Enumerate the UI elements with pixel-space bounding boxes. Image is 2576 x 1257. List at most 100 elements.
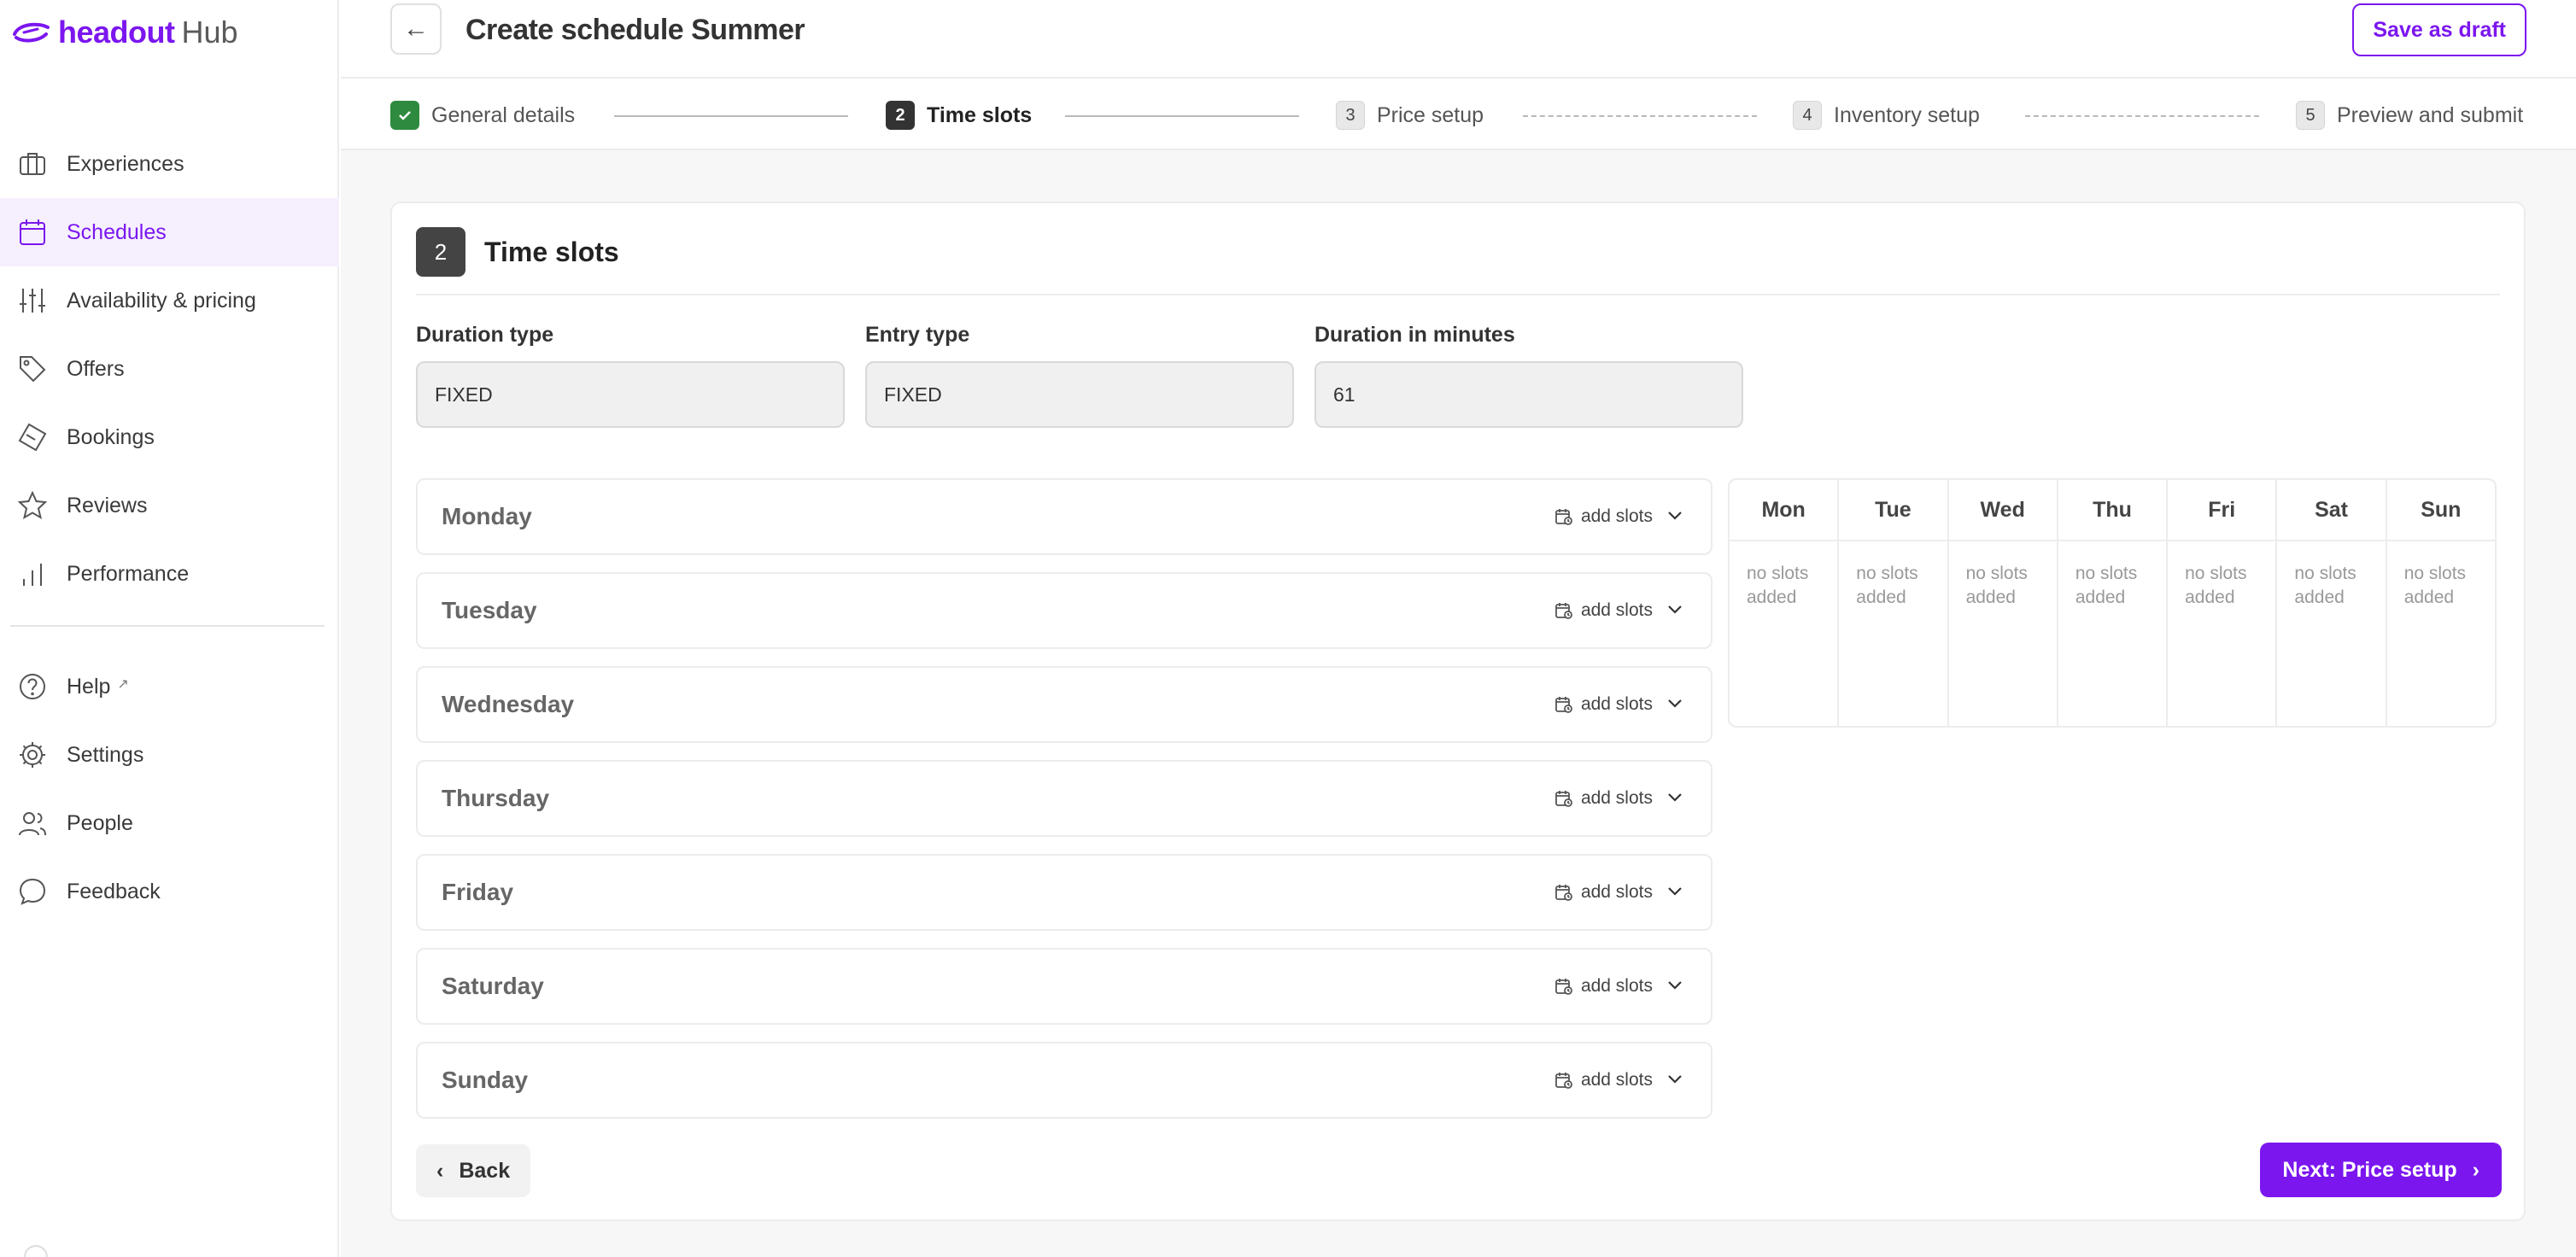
duration-minutes-input[interactable]: 61 xyxy=(1314,361,1743,428)
day-name: Sunday xyxy=(442,1067,529,1093)
back-arrow-button[interactable]: ← xyxy=(390,3,442,55)
chevron-down-icon[interactable] xyxy=(1663,1067,1687,1095)
ticket-icon xyxy=(18,423,47,452)
sidebar-item-schedules[interactable]: Schedules xyxy=(0,198,339,266)
step-connector xyxy=(1523,115,1757,117)
duration-type-field: Duration type FIXED xyxy=(416,323,845,428)
chevron-down-icon[interactable] xyxy=(1663,503,1687,531)
week-day-header: Wed xyxy=(1948,480,2057,541)
step-number: 5 xyxy=(2296,101,2325,130)
day-row-sunday[interactable]: Sunday add slots xyxy=(416,1042,1712,1119)
step-preview-submit[interactable]: 5 Preview and submit xyxy=(2296,101,2523,130)
step-time-slots[interactable]: 2 Time slots xyxy=(886,101,1032,130)
chevron-down-icon[interactable] xyxy=(1663,597,1687,625)
help-circle-icon xyxy=(20,674,45,699)
day-actions: add slots xyxy=(1554,879,1687,907)
main-content: 2 Time slots Duration type FIXED Entry t… xyxy=(341,150,2576,1257)
calendar-clock-icon xyxy=(1555,791,1572,807)
back-button[interactable]: ‹ Back xyxy=(416,1144,531,1197)
brand-suffix: Hub xyxy=(181,15,238,50)
chevron-left-icon: ‹ xyxy=(436,1158,444,1183)
step-connector xyxy=(1065,115,1299,117)
add-slots-label: add slots xyxy=(1580,1070,1653,1090)
empty-slots-text: no slots added xyxy=(2075,564,2138,607)
week-column: Sat no slots added xyxy=(2277,480,2387,726)
avatar[interactable] xyxy=(24,1245,48,1257)
add-slots-button[interactable]: add slots xyxy=(1554,506,1653,527)
sidebar-item-experiences[interactable]: Experiences xyxy=(0,130,339,198)
progress-stepper: General details 2 Time slots 3 Price set… xyxy=(341,79,2576,150)
empty-slots-text: no slots added xyxy=(1747,564,1809,607)
save-as-draft-button[interactable]: Save as draft xyxy=(2352,3,2526,56)
entry-type-field: Entry type FIXED xyxy=(865,323,1294,428)
day-row-wednesday[interactable]: Wednesday add slots xyxy=(416,666,1712,743)
sidebar-item-settings[interactable]: Settings xyxy=(0,721,339,789)
weekly-slot-overview: Mon no slots added Tue no slots added We… xyxy=(1728,478,2497,728)
sidebar-item-label: Feedback xyxy=(67,879,161,903)
sidebar-item-label: People xyxy=(67,810,133,835)
week-column: Wed no slots added xyxy=(1948,480,2058,726)
sidebar-item-bookings[interactable]: Bookings xyxy=(0,403,339,471)
field-label: Entry type xyxy=(865,323,970,347)
add-slots-label: add slots xyxy=(1580,976,1653,996)
step-connector xyxy=(2025,115,2259,117)
chevron-down-icon[interactable] xyxy=(1663,785,1687,813)
sidebar-item-offers[interactable]: Offers xyxy=(0,335,339,403)
week-column: Mon no slots added xyxy=(1730,480,1840,726)
day-name: Wednesday xyxy=(442,691,575,717)
add-slots-label: add slots xyxy=(1580,882,1653,902)
day-actions: add slots xyxy=(1554,503,1687,531)
sidebar-item-performance[interactable]: Performance xyxy=(0,540,339,608)
chevron-down-icon[interactable] xyxy=(1663,691,1687,719)
add-slots-label: add slots xyxy=(1580,694,1653,714)
add-slots-label: add slots xyxy=(1580,506,1653,526)
check-icon xyxy=(390,101,419,130)
next-price-setup-button[interactable]: Next: Price setup › xyxy=(2260,1143,2502,1197)
sidebar: headout Hub Experiences Schedules Availa… xyxy=(0,0,339,1257)
gear-icon xyxy=(20,742,45,768)
entry-type-input[interactable]: FIXED xyxy=(865,361,1294,428)
brand-name: headout xyxy=(58,15,175,50)
primary-nav: Experiences Schedules Availability & pri… xyxy=(0,130,339,608)
chevron-down-icon[interactable] xyxy=(1663,879,1687,907)
sidebar-item-label: Availability & pricing xyxy=(67,288,256,313)
step-badge: 2 xyxy=(416,227,465,277)
day-row-monday[interactable]: Monday add slots xyxy=(416,478,1712,555)
calendar-clock-icon xyxy=(1555,1073,1572,1089)
day-row-thursday[interactable]: Thursday add slots xyxy=(416,760,1712,837)
sidebar-item-feedback[interactable]: Feedback xyxy=(0,857,339,926)
day-row-friday[interactable]: Friday add slots xyxy=(416,854,1712,931)
sidebar-item-label: Schedules xyxy=(67,219,167,244)
add-slots-button[interactable]: add slots xyxy=(1554,1070,1653,1090)
day-row-saturday[interactable]: Saturday add slots xyxy=(416,948,1712,1025)
empty-slots-text: no slots added xyxy=(2403,564,2467,607)
week-day-header: Mon xyxy=(1730,480,1838,541)
week-column: Fri no slots added xyxy=(2168,480,2278,726)
day-name: Tuesday xyxy=(442,597,537,623)
add-slots-button[interactable]: add slots xyxy=(1554,788,1653,809)
step-price-setup[interactable]: 3 Price setup xyxy=(1336,101,1484,130)
sidebar-item-availability-pricing[interactable]: Availability & pricing xyxy=(0,266,339,335)
add-slots-button[interactable]: add slots xyxy=(1554,976,1653,997)
step-number: 4 xyxy=(1793,101,1822,130)
sidebar-item-label: Settings xyxy=(67,742,144,767)
add-slots-button[interactable]: add slots xyxy=(1554,600,1653,621)
add-slots-button[interactable]: add slots xyxy=(1554,694,1653,715)
empty-slots-text: no slots added xyxy=(1856,564,1918,607)
step-general-details[interactable]: General details xyxy=(390,101,575,130)
day-name: Thursday xyxy=(442,785,550,811)
card-title: Time slots xyxy=(484,236,619,267)
step-label: Preview and submit xyxy=(2337,102,2524,127)
sidebar-item-reviews[interactable]: Reviews xyxy=(0,471,339,540)
sidebar-item-help[interactable]: Help ↗ xyxy=(0,652,339,721)
chevron-down-icon[interactable] xyxy=(1663,973,1687,1001)
arrow-left-icon: ← xyxy=(403,15,429,43)
page-title: Create schedule Summer xyxy=(465,14,805,46)
add-slots-button[interactable]: add slots xyxy=(1554,882,1653,903)
step-inventory-setup[interactable]: 4 Inventory setup xyxy=(1793,101,1980,130)
sidebar-item-people[interactable]: People xyxy=(0,789,339,857)
week-column: Tue no slots added xyxy=(1839,480,1949,726)
headout-hub-logo[interactable]: headout Hub xyxy=(12,15,238,50)
day-row-tuesday[interactable]: Tuesday add slots xyxy=(416,572,1712,649)
duration-type-input[interactable]: FIXED xyxy=(416,361,845,428)
